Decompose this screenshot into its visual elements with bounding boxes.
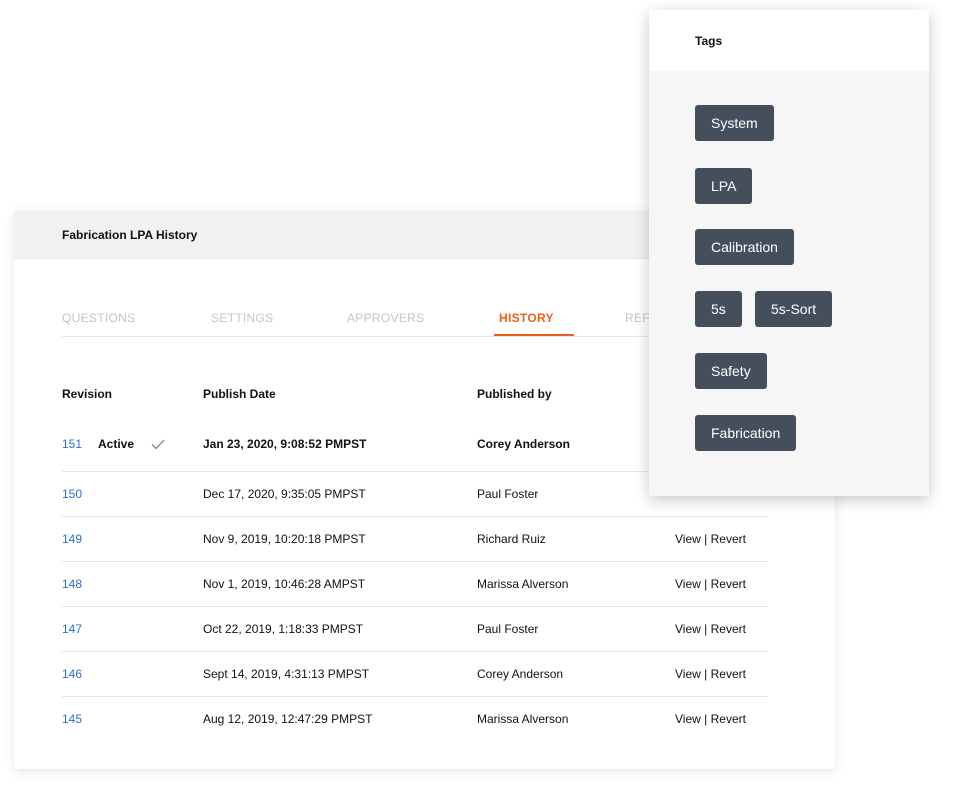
- tab-approvers[interactable]: APPROVERS: [347, 299, 424, 325]
- revision-link[interactable]: 148: [62, 562, 82, 606]
- tab-history[interactable]: HISTORY: [499, 299, 554, 325]
- action-separator: |: [704, 577, 708, 591]
- active-badge: Active: [98, 437, 135, 451]
- table-row: 145 Aug 12, 2019, 12:47:29 PMPST Marissa…: [62, 697, 768, 741]
- row-actions: View | Revert: [675, 652, 746, 696]
- tag-5s[interactable]: 5s: [695, 291, 742, 327]
- view-link[interactable]: View: [675, 712, 701, 726]
- table-row: 146 Sept 14, 2019, 4:31:13 PMPST Corey A…: [62, 652, 768, 697]
- tab-questions[interactable]: QUESTIONS: [62, 299, 135, 325]
- publish-date: Nov 9, 2019, 10:20:18 PMPST: [203, 532, 366, 546]
- active-tab-indicator: [494, 334, 574, 336]
- revision-link[interactable]: 145: [62, 697, 82, 741]
- revert-link[interactable]: Revert: [711, 667, 746, 681]
- action-separator: |: [704, 622, 708, 636]
- check-icon: [151, 439, 165, 450]
- published-by: Marissa Alverson: [477, 712, 569, 726]
- column-header-published-by: Published by: [477, 387, 552, 401]
- published-by: Richard Ruiz: [477, 532, 546, 546]
- published-by: Marissa Alverson: [477, 577, 569, 591]
- row-actions: View | Revert: [675, 562, 746, 606]
- published-by: Paul Foster: [477, 487, 539, 501]
- published-by: Corey Anderson: [477, 667, 564, 681]
- revision-link[interactable]: 150: [62, 472, 82, 516]
- published-by: Paul Foster: [477, 622, 539, 636]
- tags-header: Tags: [649, 10, 929, 71]
- view-link[interactable]: View: [675, 532, 701, 546]
- table-row: 149 Nov 9, 2019, 10:20:18 PMPST Richard …: [62, 517, 768, 562]
- stage: Fabrication LPA History QUESTIONS SETTIN…: [0, 0, 954, 792]
- publish-date: Sept 14, 2019, 4:31:13 PMPST: [203, 667, 370, 681]
- tags-title: Tags: [695, 33, 723, 48]
- row-actions: View | Revert: [675, 607, 746, 651]
- publish-date: Oct 22, 2019, 1:18:33 PMPST: [203, 622, 364, 636]
- tag-fabrication[interactable]: Fabrication: [695, 415, 797, 451]
- revision-link[interactable]: 147: [62, 607, 82, 651]
- published-by: Corey Anderson: [477, 437, 570, 451]
- column-header-revision: Revision: [62, 387, 113, 401]
- tag-system[interactable]: System: [695, 105, 774, 141]
- revision-link[interactable]: 149: [62, 517, 82, 561]
- row-actions: View | Revert: [675, 517, 746, 561]
- publish-date: Dec 17, 2020, 9:35:05 PMPST: [203, 487, 366, 501]
- publish-date: Aug 12, 2019, 12:47:29 PMPST: [203, 712, 373, 726]
- tag-safety[interactable]: Safety: [695, 353, 767, 389]
- revision-link[interactable]: 151: [62, 417, 82, 471]
- view-link[interactable]: View: [675, 622, 701, 636]
- revision-link[interactable]: 146: [62, 652, 82, 696]
- publish-date: Nov 1, 2019, 10:46:28 AMPST: [203, 577, 366, 591]
- publish-date: Jan 23, 2020, 9:08:52 PMPST: [203, 437, 367, 451]
- row-actions: View | Revert: [675, 697, 746, 741]
- view-link[interactable]: View: [675, 667, 701, 681]
- revert-link[interactable]: Revert: [711, 712, 746, 726]
- tag-lpa[interactable]: LPA: [695, 168, 753, 204]
- action-separator: |: [704, 667, 708, 681]
- tab-ref[interactable]: REF: [625, 299, 650, 325]
- view-link[interactable]: View: [675, 577, 701, 591]
- column-header-publish-date: Publish Date: [203, 387, 276, 401]
- revert-link[interactable]: Revert: [711, 532, 746, 546]
- card-title: Fabrication LPA History: [62, 227, 198, 242]
- action-separator: |: [704, 712, 708, 726]
- tag-calibration[interactable]: Calibration: [695, 229, 794, 265]
- tags-panel: Tags System LPA Calibration 5s 5s-Sort S…: [649, 10, 929, 496]
- tab-settings[interactable]: SETTINGS: [211, 299, 273, 325]
- table-row: 148 Nov 1, 2019, 10:46:28 AMPST Marissa …: [62, 562, 768, 607]
- revert-link[interactable]: Revert: [711, 577, 746, 591]
- table-row: 147 Oct 22, 2019, 1:18:33 PMPST Paul Fos…: [62, 607, 768, 652]
- tag-5s-sort[interactable]: 5s-Sort: [755, 291, 833, 327]
- revert-link[interactable]: Revert: [711, 622, 746, 636]
- action-separator: |: [704, 532, 708, 546]
